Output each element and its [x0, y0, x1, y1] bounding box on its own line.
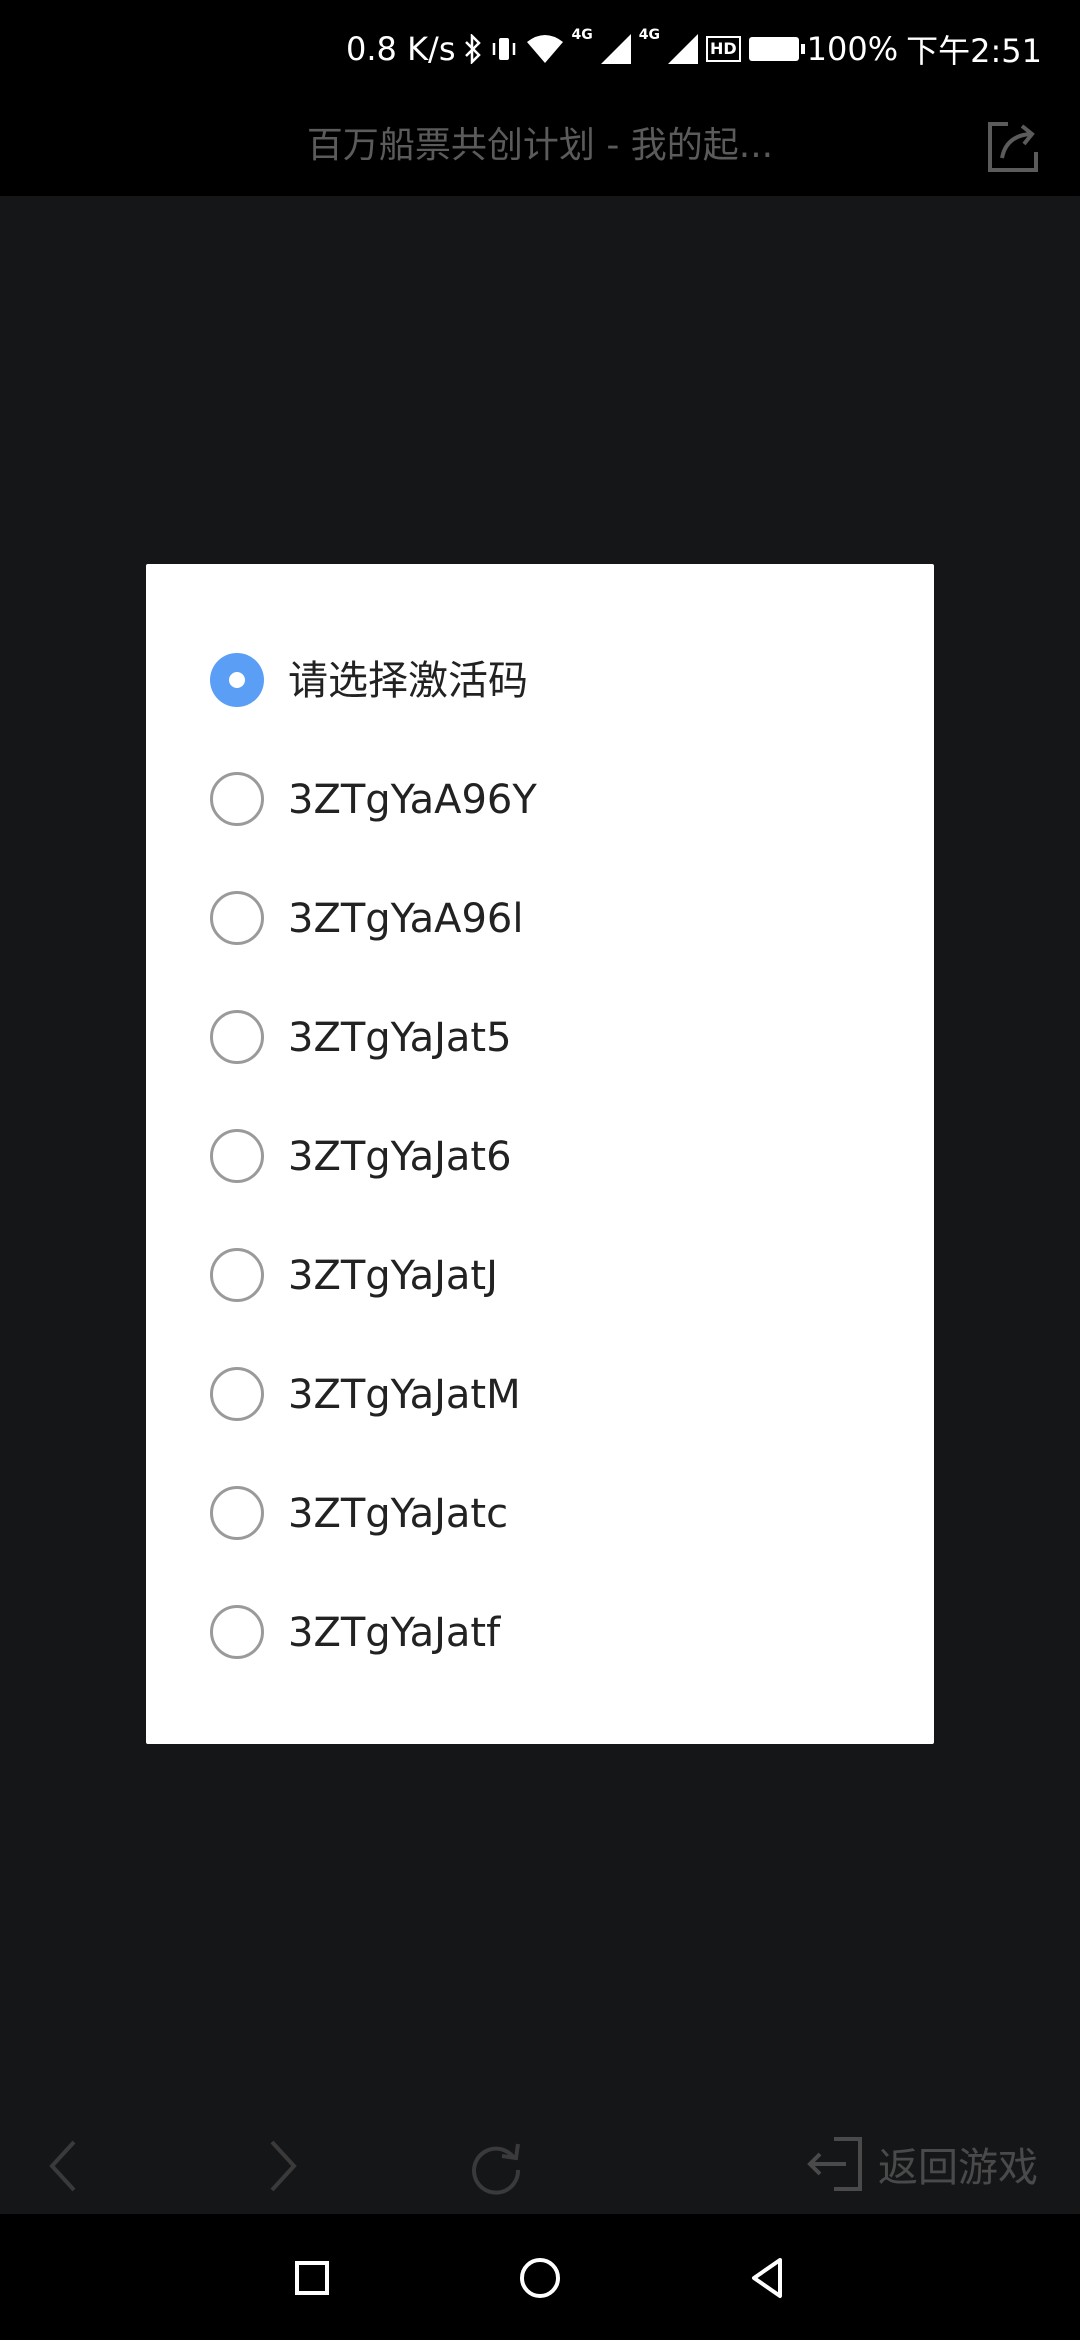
- option-0[interactable]: 请选择激活码: [146, 622, 934, 741]
- option-label: 请选择激活码: [288, 658, 528, 704]
- back-to-game-button[interactable]: 返回游戏: [804, 2132, 1038, 2196]
- bluetooth-icon: [464, 34, 482, 64]
- option-label: 3ZTgYaJatJ: [288, 1253, 498, 1299]
- exit-icon: [807, 2137, 862, 2191]
- radio-button[interactable]: [210, 891, 264, 945]
- option-label: 3ZTgYaA96Y: [288, 777, 537, 823]
- square-icon: [295, 2261, 329, 2295]
- activation-code-dialog: 请选择激活码 3ZTgYaA96Y 3ZTgYaA96l 3ZTgYaJat5 …: [146, 564, 934, 1744]
- option-label: 3ZTgYaJat5: [288, 1015, 512, 1061]
- option-label: 3ZTgYaA96l: [288, 896, 524, 942]
- radio-button[interactable]: [210, 1129, 264, 1183]
- battery-percent: 100%: [806, 30, 899, 68]
- refresh-icon: [472, 2143, 521, 2195]
- clock: 下午2:51: [906, 32, 1042, 70]
- option-label: 3ZTgYaJatM: [288, 1372, 521, 1418]
- wifi-icon: [526, 34, 564, 64]
- radio-button[interactable]: [210, 1486, 264, 1540]
- option-6[interactable]: 3ZTgYaJatM: [146, 1336, 934, 1455]
- net-speed: 0.8 K/s: [346, 30, 456, 68]
- back-to-game-label: 返回游戏: [878, 2145, 1038, 2191]
- share-button[interactable]: [984, 118, 1042, 176]
- option-2[interactable]: 3ZTgYaA96l: [146, 860, 934, 979]
- option-7[interactable]: 3ZTgYaJatc: [146, 1455, 934, 1574]
- option-5[interactable]: 3ZTgYaJatJ: [146, 1217, 934, 1336]
- home-button[interactable]: [512, 2250, 568, 2306]
- option-4[interactable]: 3ZTgYaJat6: [146, 1098, 934, 1217]
- status-icons: 0.8 K/s 4G 4G HD 100% 下午2:51: [346, 22, 1042, 76]
- share-icon: [988, 122, 1038, 172]
- option-8[interactable]: 3ZTgYaJatf: [146, 1574, 934, 1693]
- option-label: 3ZTgYaJatc: [288, 1491, 509, 1537]
- option-label: 3ZTgYaJatf: [288, 1610, 501, 1656]
- chevron-left-icon: [49, 2140, 76, 2192]
- browser-toolbar: 返回游戏: [0, 2114, 1080, 2214]
- radio-button[interactable]: [210, 1367, 264, 1421]
- forward-button[interactable]: [250, 2136, 310, 2196]
- option-3[interactable]: 3ZTgYaJat5: [146, 979, 934, 1098]
- network-type-2: 4G: [638, 27, 660, 43]
- triangle-back-icon: [752, 2258, 782, 2298]
- radio-button-checked[interactable]: [210, 653, 264, 707]
- network-type-1: 4G: [571, 27, 593, 43]
- option-label: 3ZTgYaJat6: [288, 1134, 512, 1180]
- chevron-right-icon: [270, 2140, 297, 2192]
- radio-button[interactable]: [210, 1248, 264, 1302]
- signal-icon-1: [600, 34, 631, 64]
- signal-icon-2: [667, 34, 698, 64]
- back-nav-button[interactable]: [740, 2250, 796, 2306]
- option-1[interactable]: 3ZTgYaA96Y: [146, 741, 934, 860]
- status-bar: 0.8 K/s 4G 4G HD 100% 下午2:51: [0, 0, 1080, 96]
- title-bar: 百万船票共创计划 - 我的起...: [0, 96, 1080, 196]
- radio-button[interactable]: [210, 772, 264, 826]
- radio-button[interactable]: [210, 1605, 264, 1659]
- hd-badge: HD: [705, 36, 741, 62]
- battery-icon: [748, 37, 805, 61]
- back-button[interactable]: [36, 2136, 96, 2196]
- system-nav-bar: [0, 2214, 1080, 2340]
- recents-button[interactable]: [284, 2250, 340, 2306]
- radio-button[interactable]: [210, 1010, 264, 1064]
- page-title: 百万船票共创计划 - 我的起...: [306, 125, 774, 166]
- vibrate-icon: [490, 34, 518, 64]
- circle-icon: [520, 2258, 560, 2298]
- refresh-button[interactable]: [466, 2136, 526, 2196]
